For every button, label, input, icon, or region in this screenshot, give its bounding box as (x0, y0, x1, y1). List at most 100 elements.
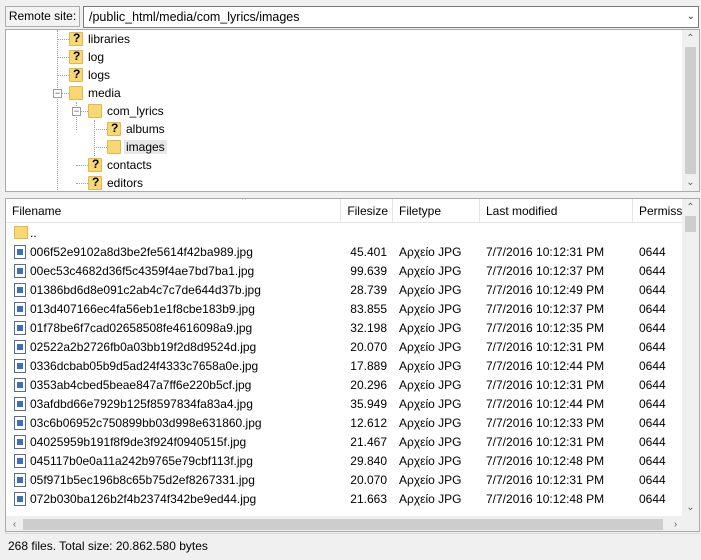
remote-path-value[interactable]: /public_html/media/com_lyrics/images (89, 10, 300, 24)
scrollbar-thumb[interactable] (685, 47, 696, 174)
image-file-icon (14, 321, 26, 335)
folder-question-icon (69, 31, 83, 46)
scroll-up-icon[interactable]: ⌃ (682, 199, 699, 216)
file-permissions: 0644 (639, 492, 666, 506)
file-size: 83.855 (350, 302, 387, 316)
tree-item-albums[interactable]: albums (107, 120, 165, 138)
column-header-filesize[interactable]: Filesize (341, 199, 393, 223)
tree-vertical-scrollbar[interactable]: ⌃ ⌄ (682, 30, 699, 191)
tree-item-label: media (88, 86, 121, 100)
file-row[interactable]: 0353ab4cbed5beae847a7ff6e220b5cf.jpg 20.2… (6, 376, 684, 395)
file-row[interactable]: 02522a2b2726fb0a03bb19f2d8d9524d.jpg 20.0… (6, 338, 684, 357)
tree-item-contacts[interactable]: contacts (88, 156, 152, 174)
column-header-last-modified[interactable]: Last modified (480, 199, 633, 223)
file-size: 20.070 (350, 473, 387, 487)
remote-path-combobox[interactable]: /public_html/media/com_lyrics/images ⌄ (83, 6, 699, 28)
file-type: Αρχείο JPG (399, 321, 462, 335)
scroll-up-icon[interactable]: ⌃ (682, 30, 699, 47)
sort-ascending-icon: ⌃ (240, 198, 248, 206)
collapse-icon[interactable]: − (72, 107, 81, 116)
column-header-filename[interactable]: Filename (6, 199, 341, 223)
tree-item-label: com_lyrics (107, 104, 164, 118)
file-size: 17.889 (350, 359, 387, 373)
tree-connector (61, 93, 69, 94)
file-permissions: 0644 (639, 435, 666, 449)
tree-item-images[interactable]: images (107, 138, 167, 156)
file-last-modified: 7/7/2016 10:12:44 PM (486, 359, 605, 373)
remote-directory-tree[interactable]: − − libraries log logs media com_lyrics … (5, 29, 700, 192)
file-permissions: 0644 (639, 378, 666, 392)
remote-site-label: Remote site: (5, 6, 80, 27)
scrollbar-thumb[interactable] (23, 519, 663, 530)
file-permissions: 0644 (639, 416, 666, 430)
tree-item-label: libraries (88, 32, 131, 46)
file-type: Αρχείο JPG (399, 435, 462, 449)
file-row[interactable]: 05f971b5ec196b8c65b75d2ef8267331.jpg 20.0… (6, 471, 684, 490)
column-header-filetype[interactable]: Filetype (393, 199, 480, 223)
tree-connector (94, 129, 107, 130)
remote-file-list[interactable]: Filename ⌃ Filesize Filetype Last modifi… (5, 198, 700, 532)
file-last-modified: 7/7/2016 10:12:48 PM (486, 492, 605, 506)
tree-connector (80, 111, 88, 112)
file-row[interactable]: 03afdbd66e7929b125f8597834fa83a4.jpg 35.9… (6, 395, 684, 414)
folder-question-icon (88, 157, 102, 172)
file-last-modified: 7/7/2016 10:12:31 PM (486, 245, 605, 259)
file-size: 29.840 (350, 454, 387, 468)
scrollbar-thumb[interactable] (685, 216, 696, 232)
tree-item-log[interactable]: log (69, 48, 104, 66)
file-row[interactable]: 01f78be6f7cad02658508fe4616098a9.jpg 32.1… (6, 319, 684, 338)
file-row[interactable]: 04025959b191f8f9de3f924f0940515f.jpg 21.4… (6, 433, 684, 452)
file-permissions: 0644 (639, 283, 666, 297)
tree-item-com-lyrics[interactable]: com_lyrics (88, 102, 164, 120)
file-row[interactable]: 072b030ba126b2f4b2374f342be9ed44.jpg 21.6… (6, 490, 684, 509)
file-row[interactable]: 013d407166ec4fa56eb1e1f8cbe183b9.jpg 83.8… (6, 300, 684, 319)
file-permissions: 0644 (639, 302, 666, 316)
tree-item-media[interactable]: media (69, 84, 121, 102)
list-horizontal-scrollbar[interactable]: ‹ › (6, 516, 684, 531)
collapse-icon[interactable]: − (53, 89, 62, 98)
tree-item-editors[interactable]: editors (88, 174, 144, 191)
tree-item-label: editors (107, 176, 144, 190)
tree-item-label: logs (88, 68, 111, 82)
image-file-icon (14, 264, 26, 278)
file-row[interactable]: 045117b0e0a11a242b9765e79cbf113f.jpg 29.8… (6, 452, 684, 471)
file-type: Αρχείο JPG (399, 416, 462, 430)
file-last-modified: 7/7/2016 10:12:31 PM (486, 435, 605, 449)
scroll-right-icon[interactable]: › (667, 516, 684, 531)
file-size: 28.739 (350, 283, 387, 297)
scroll-down-icon[interactable]: ⌄ (682, 174, 699, 191)
file-permissions: 0644 (639, 340, 666, 354)
file-name: 03afdbd66e7929b125f8597834fa83a4.jpg (30, 397, 253, 411)
file-row[interactable]: 0336dcbab05b9d5ad24f4333c7658a0e.jpg 17.8… (6, 357, 684, 376)
image-file-icon (14, 473, 26, 487)
folder-question-icon (88, 175, 102, 190)
file-row[interactable]: 00ec53c4682d36f5c4359f4ae7bd7ba1.jpg 99.6… (6, 262, 684, 281)
file-type: Αρχείο JPG (399, 340, 462, 354)
file-name: 05f971b5ec196b8c65b75d2ef8267331.jpg (30, 473, 255, 487)
file-row[interactable]: 006f52e9102a8d3be2fe5614f42ba989.jpg 45.4… (6, 243, 684, 262)
file-type: Αρχείο JPG (399, 264, 462, 278)
file-row[interactable]: 03c6b06952c750899bb03d998e631860.jpg 12.6… (6, 414, 684, 433)
tree-connector (94, 120, 95, 156)
file-last-modified: 7/7/2016 10:12:49 PM (486, 283, 605, 297)
column-header-permissions[interactable]: Permissi (633, 199, 684, 223)
file-permissions: 0644 (639, 397, 666, 411)
file-type: Αρχείο JPG (399, 492, 462, 506)
tree-connector (94, 147, 107, 148)
file-name: 02522a2b2726fb0a03bb19f2d8d9524d.jpg (30, 340, 257, 354)
file-size: 99.639 (350, 264, 387, 278)
file-last-modified: 7/7/2016 10:12:37 PM (486, 264, 605, 278)
parent-directory-row[interactable]: .. (6, 224, 684, 243)
tree-item-label: images (124, 140, 167, 154)
scroll-left-icon[interactable]: ‹ (6, 516, 23, 531)
tree-item-logs[interactable]: logs (69, 66, 110, 84)
image-file-icon (14, 340, 26, 354)
tree-item-libraries[interactable]: libraries (69, 30, 130, 48)
file-row[interactable]: 01386bd6d8e091c2ab4c7c7de644d37b.jpg 28.7… (6, 281, 684, 300)
tree-item-label: log (88, 50, 105, 64)
list-vertical-scrollbar[interactable]: ⌃ ⌄ (682, 199, 699, 516)
chevron-down-icon[interactable]: ⌄ (687, 7, 695, 27)
tree-connector (57, 30, 58, 190)
scroll-down-icon[interactable]: ⌄ (682, 499, 699, 516)
file-type: Αρχείο JPG (399, 302, 462, 316)
